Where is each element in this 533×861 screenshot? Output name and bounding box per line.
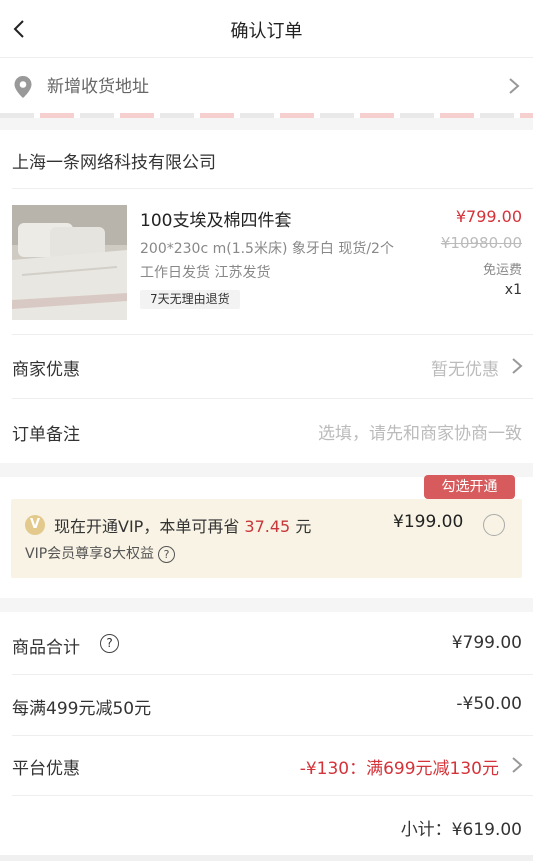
- vip-price: ¥199.00: [393, 512, 464, 532]
- order-note-label: 订单备注: [12, 425, 80, 445]
- chevron-right-icon: [512, 358, 523, 374]
- platform-discount-row[interactable]: 平台优惠 -¥130：满699元减130元: [0, 736, 533, 795]
- promo-value: -¥50.00: [456, 694, 522, 714]
- product-image[interactable]: [12, 205, 127, 320]
- vip-save-amount: 37.45: [244, 517, 291, 536]
- vip-offer-card[interactable]: V 现在开通VIP，本单可再省 37.45 元 VIP会员尊享8大权益? ¥19…: [11, 499, 522, 578]
- goods-total-value: ¥799.00: [451, 633, 522, 653]
- vip-badge-icon: V: [25, 515, 45, 535]
- merchant-discount-value: 暂无优惠: [431, 360, 499, 380]
- section-gap: [0, 598, 533, 612]
- add-address-row[interactable]: 新增收货地址: [0, 58, 533, 114]
- divider: [12, 188, 533, 189]
- promo-label: 每满499元减50元: [12, 699, 152, 719]
- help-icon[interactable]: ?: [100, 634, 119, 653]
- product-shipping-info: 工作日发货 江苏发货: [140, 265, 271, 281]
- product-name[interactable]: 100支埃及棉四件套: [140, 206, 291, 231]
- divider: [12, 674, 533, 675]
- goods-total-label: 商品合计: [12, 638, 80, 658]
- divider: [12, 398, 533, 399]
- platform-discount-label: 平台优惠: [12, 759, 80, 779]
- vip-offer-text: 现在开通VIP，本单可再省 37.45 元: [54, 517, 312, 536]
- original-price: ¥10980.00: [440, 234, 522, 252]
- order-note-input[interactable]: 选填，请先和商家协商一致: [318, 419, 522, 444]
- product-price: ¥799.00: [455, 207, 522, 226]
- vip-select-radio[interactable]: [483, 514, 505, 536]
- vip-benefits-text[interactable]: VIP会员尊享8大权益?: [25, 543, 176, 563]
- nav-bar: 确认订单: [0, 0, 533, 58]
- return-policy-badge: 7天无理由退货: [140, 290, 240, 309]
- merchant-discount-row[interactable]: 商家优惠 暂无优惠: [0, 335, 533, 398]
- add-address-label: 新增收货地址: [47, 77, 149, 97]
- location-pin-icon: [14, 76, 32, 98]
- bottom-bar-edge: [0, 855, 533, 861]
- chevron-right-icon: [509, 78, 520, 94]
- shipping-fee: 免运费: [482, 263, 522, 278]
- product-quantity: x1: [504, 282, 522, 298]
- page-title: 确认订单: [230, 21, 303, 42]
- chevron-right-icon: [512, 757, 523, 773]
- product-spec: 200*230c m(1.5米床) 象牙白 现货/2个: [140, 241, 394, 257]
- subtotal: 小计：¥619.00: [400, 820, 522, 840]
- help-icon: ?: [158, 545, 176, 563]
- vip-opt-in-tag: 勾选开通: [424, 475, 515, 505]
- divider: [12, 795, 533, 796]
- merchant-discount-label: 商家优惠: [12, 360, 80, 380]
- section-gap: [0, 118, 533, 130]
- platform-discount-value: -¥130：满699元减130元: [299, 759, 499, 779]
- store-name: 上海一条网络科技有限公司: [12, 153, 216, 173]
